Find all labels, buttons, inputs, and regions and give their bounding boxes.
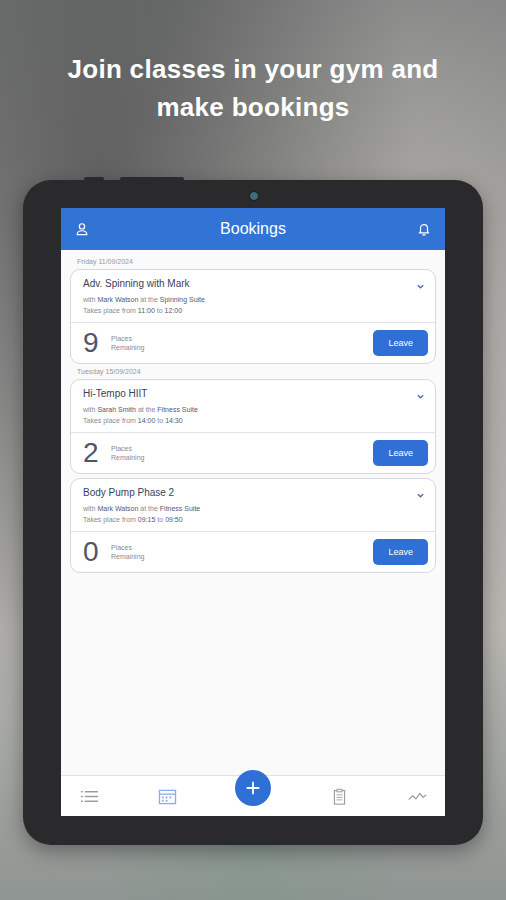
date-group: Friday 11/09/2024 Adv. Spinning with Mark… <box>70 258 436 364</box>
headline: Join classes in your gym and make bookin… <box>43 50 463 126</box>
leave-button[interactable]: Leave <box>373 330 428 356</box>
booking-card[interactable]: Adv. Spinning with Mark with Mark Watson … <box>70 269 436 364</box>
chart-line-icon <box>408 788 427 805</box>
clipboard-icon <box>330 788 349 805</box>
plus-icon <box>244 779 262 797</box>
camera-icon <box>249 191 259 201</box>
chevron-down-icon[interactable] <box>416 491 425 500</box>
class-instructor: with Sarah Smith at the Fitness Suite <box>83 404 425 415</box>
nav-item[interactable] <box>155 788 179 805</box>
list-icon <box>80 788 99 805</box>
date-label: Friday 11/09/2024 <box>77 258 436 265</box>
nav-item[interactable] <box>327 788 351 805</box>
leave-button[interactable]: Leave <box>373 440 428 466</box>
booking-card[interactable]: Hi-Tempo HIIT with Sarah Smith at the Fit… <box>70 379 436 474</box>
bottom-nav <box>61 775 445 816</box>
hardware-button <box>120 177 184 181</box>
card-details: Hi-Tempo HIIT with Sarah Smith at the Fit… <box>71 380 435 433</box>
date-label: Tuesday 15/09/2024 <box>77 368 436 375</box>
places-label: PlacesRemaining <box>111 334 144 352</box>
card-details: Body Pump Phase 2 with Mark Watson at the… <box>71 479 435 532</box>
places-label: PlacesRemaining <box>111 444 144 462</box>
places-count: 0 <box>83 537 103 567</box>
app-screen: Bookings Friday 11/09/2024 Adv. Spinning w… <box>61 208 445 816</box>
class-instructor: with Mark Watson at the Fitness Suite <box>83 503 425 514</box>
app-header: Bookings <box>61 208 445 250</box>
places-label: PlacesRemaining <box>111 543 144 561</box>
class-title: Adv. Spinning with Mark <box>83 278 190 289</box>
class-title: Hi-Tempo HIIT <box>83 388 147 399</box>
chevron-down-icon[interactable] <box>416 282 425 291</box>
places-count: 9 <box>83 328 103 358</box>
calendar-icon <box>158 788 177 805</box>
app-title: Bookings <box>220 220 286 238</box>
card-details: Adv. Spinning with Mark with Mark Watson … <box>71 270 435 323</box>
card-footer: 9 PlacesRemaining Leave <box>71 323 435 363</box>
page: Join classes in your gym and make bookin… <box>0 0 506 900</box>
class-time: Takes place from 09:15 to 09:50 <box>83 514 425 525</box>
card-footer: 2 PlacesRemaining Leave <box>71 433 435 473</box>
leave-button[interactable]: Leave <box>373 539 428 565</box>
bookings-list: Friday 11/09/2024 Adv. Spinning with Mark… <box>61 250 445 775</box>
date-group: Tuesday 15/09/2024 Hi-Tempo HIIT with Sara… <box>70 368 436 573</box>
class-time: Takes place from 11:00 to 12:00 <box>83 305 425 316</box>
nav-item[interactable] <box>233 778 273 814</box>
class-instructor: with Mark Watson at the Spinning Suite <box>83 294 425 305</box>
class-title: Body Pump Phase 2 <box>83 487 174 498</box>
booking-card[interactable]: Body Pump Phase 2 with Mark Watson at the… <box>70 478 436 573</box>
nav-item[interactable] <box>77 788 101 805</box>
add-button[interactable] <box>235 770 271 806</box>
tablet-frame: Bookings Friday 11/09/2024 Adv. Spinning w… <box>23 180 483 845</box>
user-icon[interactable] <box>75 222 89 236</box>
nav-item[interactable] <box>405 788 429 805</box>
chevron-down-icon[interactable] <box>416 392 425 401</box>
bell-icon[interactable] <box>417 222 431 236</box>
places-count: 2 <box>83 438 103 468</box>
hardware-button <box>84 177 104 181</box>
card-footer: 0 PlacesRemaining Leave <box>71 532 435 572</box>
class-time: Takes place from 14:00 to 14:30 <box>83 415 425 426</box>
